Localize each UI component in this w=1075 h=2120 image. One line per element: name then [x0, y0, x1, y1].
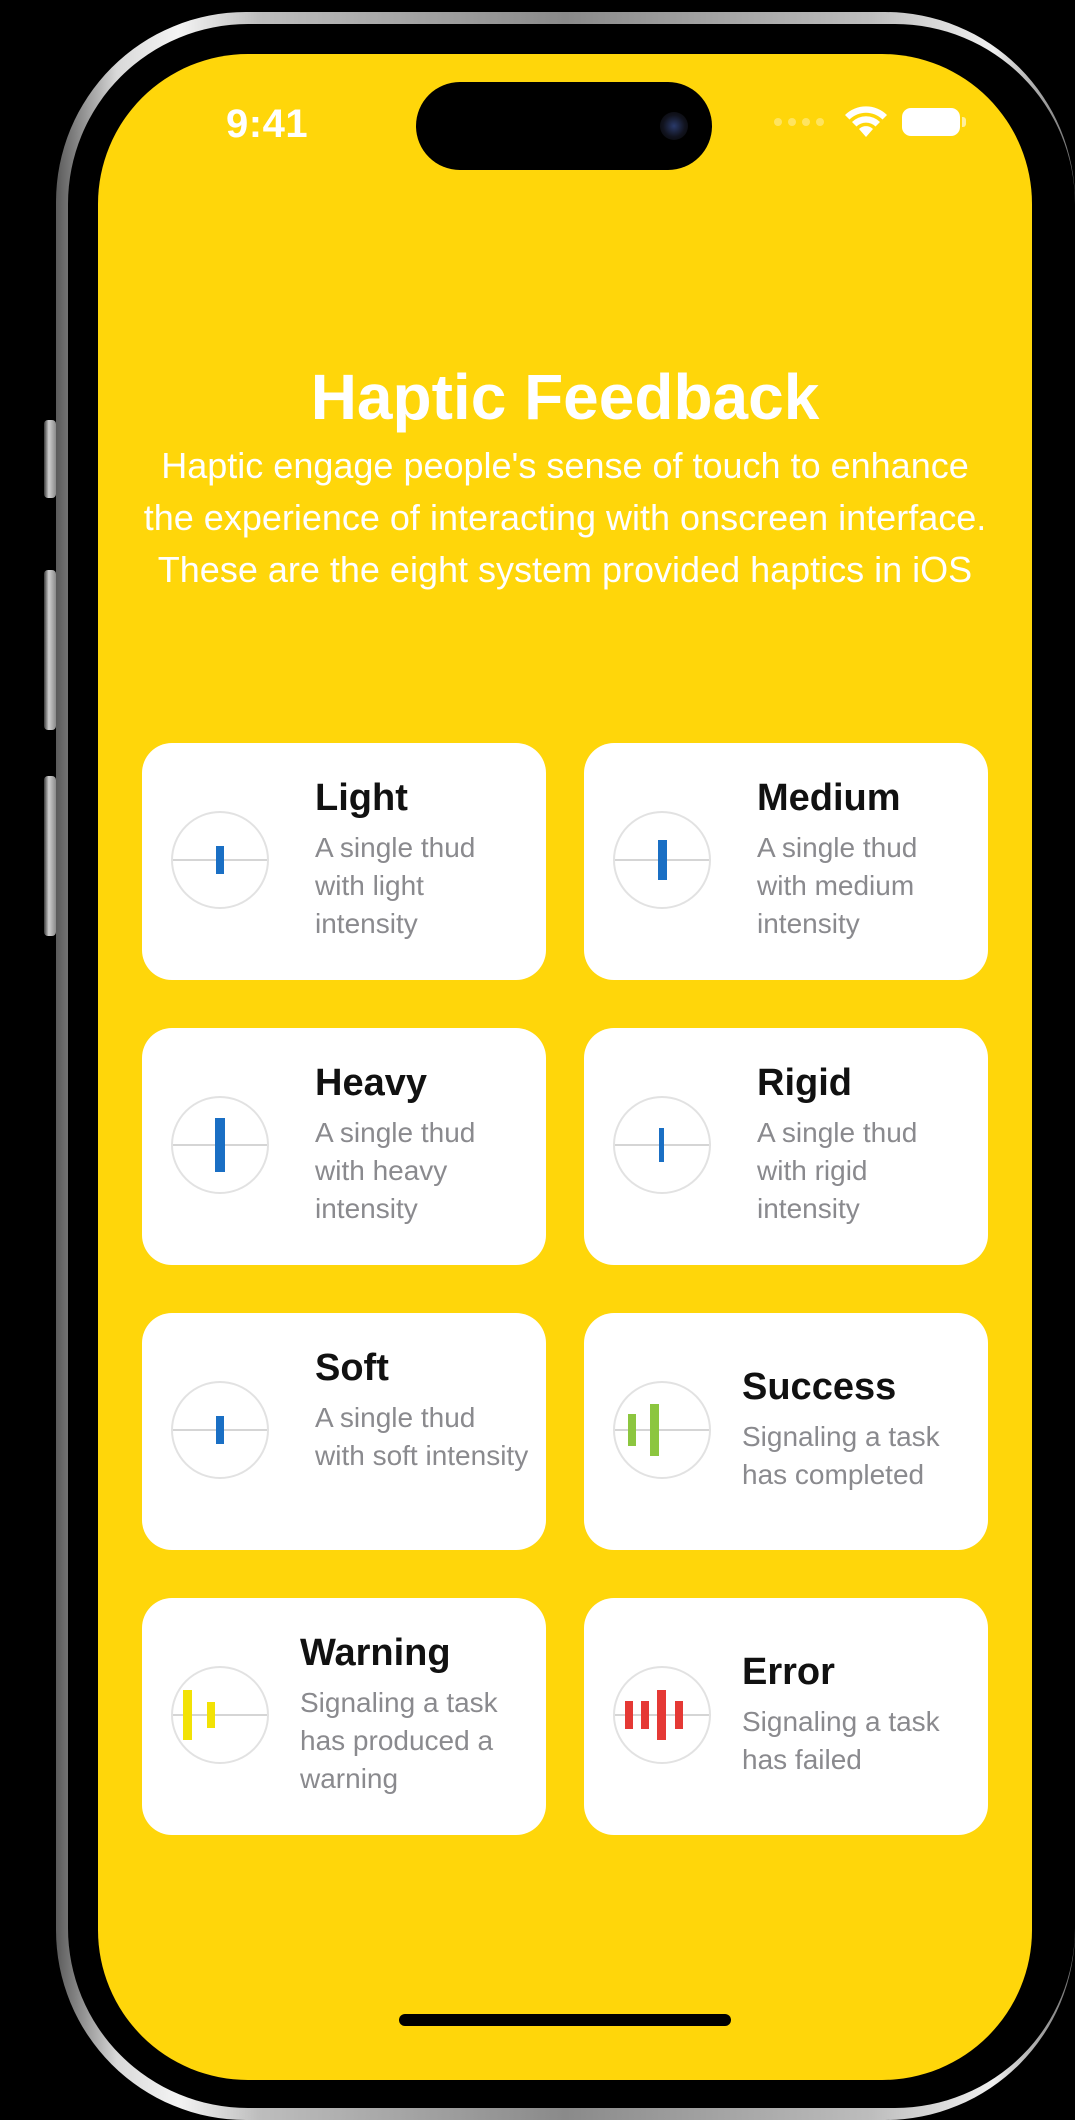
card-description: A single thud with medium intensity [757, 832, 918, 939]
card-title: Soft [315, 1347, 389, 1389]
impact-light-icon [171, 811, 269, 909]
haptic-card-medium[interactable]: Medium A single thud with medium intensi… [584, 743, 988, 980]
impact-medium-icon [613, 811, 711, 909]
volume-up-button [44, 570, 56, 730]
card-title: Warning [300, 1632, 451, 1674]
card-description: Signaling a task has completed [742, 1421, 940, 1490]
card-description: Signaling a task has failed [742, 1706, 940, 1775]
card-text: Rigid A single thud with rigid intensity [757, 1060, 972, 1228]
card-description: A single thud with soft intensity [315, 1402, 529, 1471]
haptic-card-soft[interactable]: Soft A single thud with soft intensity [142, 1313, 546, 1550]
card-title: Success [742, 1366, 897, 1408]
status-time: 9:41 [226, 102, 309, 146]
card-description: A single thud with rigid intensity [757, 1117, 918, 1224]
haptic-card-rigid[interactable]: Rigid A single thud with rigid intensity [584, 1028, 988, 1265]
home-indicator[interactable] [399, 2014, 731, 2026]
impact-soft-icon [171, 1381, 269, 1479]
haptic-card-warning[interactable]: Warning Signaling a task has produced a … [142, 1598, 546, 1835]
card-title: Error [742, 1651, 835, 1693]
battery-icon [902, 108, 966, 136]
card-title: Rigid [757, 1062, 852, 1104]
volume-down-button [44, 776, 56, 936]
page-subtitle: Haptic engage people's sense of touch to… [143, 445, 987, 590]
card-description: A single thud with heavy intensity [315, 1117, 476, 1224]
impact-rigid-icon [613, 1096, 711, 1194]
action-button [44, 420, 56, 498]
success-waveform-icon [613, 1381, 711, 1479]
card-description: Signaling a task has produced a warning [300, 1687, 498, 1794]
card-text: Success Signaling a task has completed [742, 1364, 972, 1494]
card-text: Light A single thud with light intensity [315, 775, 530, 943]
card-title: Heavy [315, 1062, 427, 1104]
front-camera [660, 112, 688, 140]
wifi-icon [845, 106, 887, 137]
stage: 9:41 Haptic Feedback Haptic engage peopl… [0, 0, 1075, 2120]
haptic-card-light[interactable]: Light A single thud with light intensity [142, 743, 546, 980]
card-text: Warning Signaling a task has produced a … [300, 1630, 530, 1798]
impact-heavy-icon [171, 1096, 269, 1194]
haptics-grid: Light A single thud with light intensity… [142, 743, 988, 1835]
card-text: Error Signaling a task has failed [742, 1649, 972, 1779]
dynamic-island [416, 82, 712, 170]
page-title: Haptic Feedback [310, 361, 820, 433]
card-title: Medium [757, 777, 901, 819]
haptic-card-heavy[interactable]: Heavy A single thud with heavy intensity [142, 1028, 546, 1265]
card-text: Soft A single thud with soft intensity [315, 1345, 530, 1475]
card-text: Heavy A single thud with heavy intensity [315, 1060, 530, 1228]
status-icons [774, 102, 966, 142]
error-waveform-icon [613, 1666, 711, 1764]
haptic-card-error[interactable]: Error Signaling a task has failed [584, 1598, 988, 1835]
haptic-card-success[interactable]: Success Signaling a task has completed [584, 1313, 988, 1550]
cellular-signal-icon [774, 118, 824, 126]
card-description: A single thud with light intensity [315, 832, 476, 939]
app-screen: 9:41 Haptic Feedback Haptic engage peopl… [98, 54, 1032, 2080]
warning-waveform-icon [171, 1666, 269, 1764]
card-text: Medium A single thud with medium intensi… [757, 775, 972, 943]
card-title: Light [315, 777, 408, 819]
